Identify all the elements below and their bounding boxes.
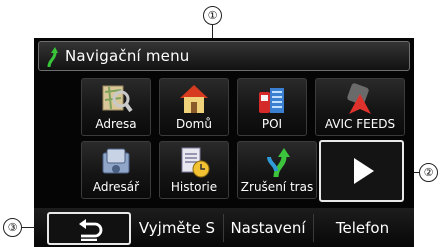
callout-1: ① — [203, 6, 222, 25]
tile-adresar[interactable]: Adresář — [81, 141, 151, 199]
poi-icon — [259, 88, 284, 113]
bottom-separator — [313, 214, 314, 242]
tile-label: Adresář — [92, 180, 140, 194]
tile-label: Zrušení tras — [240, 180, 314, 194]
navigation-screen: Navigační menu Adresa Domů POI AVIC FEED… — [34, 38, 414, 247]
tile-domu[interactable]: Domů — [159, 78, 229, 136]
cancel-route-icon — [267, 148, 290, 178]
history-icon — [181, 147, 210, 178]
settings-button[interactable]: Nastavení — [224, 210, 312, 246]
tile-label: Domů — [176, 117, 212, 131]
route-arrow-icon — [47, 47, 58, 68]
tile-avic-feeds[interactable]: AVIC FEEDS — [315, 78, 405, 136]
title-bar: Navigační menu — [38, 41, 410, 71]
home-icon — [180, 85, 208, 113]
address-book-icon — [102, 148, 130, 174]
tile-label: POI — [261, 117, 283, 131]
tile-historie[interactable]: Historie — [159, 141, 229, 199]
callout-2: ② — [419, 163, 438, 182]
tile-adresa[interactable]: Adresa — [81, 78, 151, 136]
phone-button[interactable]: Telefon — [315, 210, 410, 246]
tile-label: Adresa — [95, 117, 137, 131]
next-page-button[interactable] — [319, 140, 404, 202]
tile-label: AVIC FEEDS — [324, 117, 396, 131]
callout-3: ③ — [3, 218, 22, 237]
map-magnifier-icon — [102, 85, 133, 113]
tile-poi[interactable]: POI — [237, 78, 307, 136]
vyjmete-button[interactable]: Vyjměte S — [134, 210, 220, 246]
tile-zruseni-tras[interactable]: Zrušení tras — [237, 141, 317, 199]
avic-feeds-icon — [347, 83, 371, 114]
play-arrow-icon — [354, 158, 374, 184]
tile-label: Historie — [170, 180, 218, 194]
back-button[interactable] — [47, 212, 131, 245]
page-title: Navigační menu — [65, 47, 190, 65]
back-arrow-icon — [79, 219, 103, 241]
